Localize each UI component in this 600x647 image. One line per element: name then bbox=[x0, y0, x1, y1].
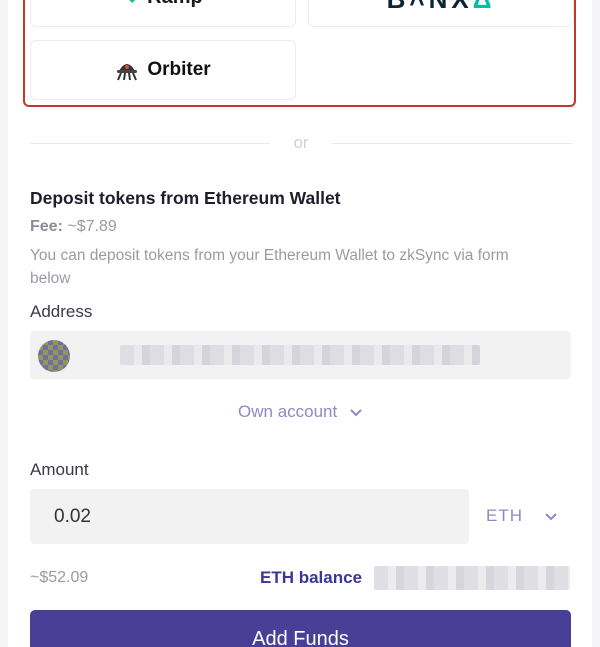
orbiter-logo-icon bbox=[117, 64, 138, 81]
own-account-label: Own account bbox=[238, 402, 338, 421]
banxa-provider-button[interactable]: B˄NXΔ bbox=[308, 0, 574, 27]
wallet-avatar bbox=[38, 340, 70, 372]
chevron-down-icon bbox=[545, 513, 557, 521]
add-funds-button[interactable]: Add Funds bbox=[30, 610, 571, 647]
deposit-title: Deposit tokens from Ethereum Wallet bbox=[30, 188, 341, 208]
currency-label: ETH bbox=[486, 506, 523, 525]
own-account-dropdown[interactable]: Own account bbox=[8, 402, 592, 422]
amount-input[interactable]: 0.02 bbox=[30, 489, 469, 544]
address-field[interactable] bbox=[30, 331, 571, 379]
amount-label: Amount bbox=[30, 460, 89, 479]
fee-info: Fee: ~$7.89 bbox=[30, 218, 117, 236]
amount-value: 0.02 bbox=[54, 506, 91, 527]
fee-label: Fee: bbox=[30, 218, 63, 235]
usd-equivalent: ~$52.09 bbox=[30, 569, 89, 586]
address-label: Address bbox=[30, 302, 93, 321]
orbiter-provider-button[interactable]: Orbiter bbox=[30, 40, 296, 100]
eth-balance-label: ETH balance bbox=[260, 568, 363, 587]
orbiter-label: Orbiter bbox=[147, 59, 211, 80]
provider-options-group: ❖Ramp B˄NXΔ Orbiter bbox=[23, 0, 576, 107]
currency-select[interactable]: ETH bbox=[486, 506, 557, 526]
deposit-panel: ❖Ramp B˄NXΔ Orbiter or bbox=[8, 0, 592, 647]
or-divider: or bbox=[30, 133, 572, 152]
address-redacted bbox=[120, 345, 480, 365]
ramp-logo: ❖Ramp bbox=[31, 0, 295, 9]
ramp-logo-icon: ❖ bbox=[123, 0, 141, 8]
banxa-logo-icon: B˄NXΔ bbox=[309, 0, 573, 15]
balance-redacted bbox=[374, 566, 570, 590]
fee-value: ~$7.89 bbox=[67, 218, 117, 235]
deposit-description: You can deposit tokens from your Ethereu… bbox=[30, 247, 509, 287]
ramp-provider-button[interactable]: ❖Ramp bbox=[30, 0, 296, 27]
chevron-down-icon bbox=[350, 409, 362, 417]
